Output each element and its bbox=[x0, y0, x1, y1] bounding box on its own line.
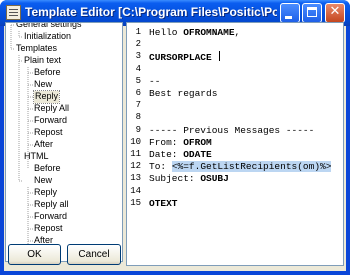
code-line: Best regards bbox=[149, 88, 217, 99]
line-number: 1 bbox=[135, 27, 141, 37]
code-line: CURSORPLACE bbox=[149, 51, 221, 64]
client-area: General settings Initialization Templates P… bbox=[4, 22, 346, 271]
code-text: ----- Previous Messages ----- bbox=[149, 124, 315, 136]
tree-item-plain-text[interactable]: Plain text bbox=[24, 55, 61, 67]
line-number: 6 bbox=[135, 88, 141, 98]
code-text: Best regards bbox=[149, 88, 218, 99]
template-macro: OSUBJ bbox=[200, 173, 229, 185]
line-number: 15 bbox=[130, 197, 141, 208]
template-macro: CURSORPLACE bbox=[149, 52, 212, 64]
line-number: 7 bbox=[135, 100, 141, 111]
tree-item-templates[interactable]: Templates bbox=[16, 43, 57, 55]
tree-item-before[interactable]: Before bbox=[34, 67, 61, 79]
line-number: 5 bbox=[135, 75, 141, 86]
code-text: -- bbox=[149, 75, 161, 87]
close-button[interactable]: ✕ bbox=[325, 3, 345, 23]
template-macro: OFROM bbox=[183, 136, 212, 148]
tree-item-general-settings[interactable]: General settings bbox=[16, 23, 82, 31]
tree-item-reply-all[interactable]: Reply All bbox=[34, 103, 69, 115]
tree-item-new[interactable]: New bbox=[34, 175, 52, 187]
code-text: Subject: bbox=[149, 173, 201, 185]
code-text: Hello bbox=[149, 27, 184, 38]
window-title: Template Editor [C:\Program Files\Positi… bbox=[25, 5, 277, 19]
script-expression: <%=f.GetListRecipients(om)%> bbox=[171, 161, 332, 173]
code-text-suffix bbox=[212, 52, 218, 63]
line-number: 12 bbox=[130, 161, 141, 172]
tree-item-forward[interactable]: Forward bbox=[34, 211, 67, 223]
cancel-button[interactable]: Cancel bbox=[67, 244, 121, 265]
line-number: 9 bbox=[135, 124, 141, 135]
ok-button[interactable]: OK bbox=[8, 244, 61, 265]
template-editor-window: Template Editor [C:\Program Files\Positi… bbox=[0, 0, 350, 275]
maximize-button[interactable] bbox=[302, 3, 322, 23]
line-number: 13 bbox=[130, 173, 141, 184]
template-macro: OTEXT bbox=[149, 197, 178, 209]
line-number: 11 bbox=[130, 149, 141, 159]
tree-item-repost[interactable]: Repost bbox=[34, 223, 63, 235]
tree-item-reply-all[interactable]: Reply all bbox=[34, 199, 69, 211]
line-number: 14 bbox=[130, 185, 141, 196]
code-line: To: <%=f.GetListRecipients(om)%> bbox=[149, 161, 332, 173]
code-line: From: OFROM bbox=[149, 137, 212, 148]
tree-item-reply[interactable]: Reply bbox=[34, 187, 57, 199]
code-text: To: bbox=[149, 161, 172, 173]
tree-item-initialization[interactable]: Initialization bbox=[24, 31, 71, 43]
text-caret bbox=[219, 51, 221, 62]
tree-item-forward[interactable]: Forward bbox=[34, 115, 67, 127]
line-number: 3 bbox=[135, 51, 141, 62]
tree-item-before[interactable]: Before bbox=[34, 163, 61, 175]
code-text-suffix: , bbox=[234, 27, 241, 38]
tree-item-reply[interactable]: Reply bbox=[32, 90, 61, 104]
code-line: OTEXT bbox=[149, 198, 178, 209]
line-number: 4 bbox=[135, 63, 141, 74]
app-icon bbox=[6, 5, 21, 20]
line-number: 2 bbox=[135, 39, 141, 50]
code-text: From: bbox=[149, 136, 184, 148]
code-line: -- bbox=[149, 76, 160, 87]
template-tree[interactable]: General settings Initialization Templates P… bbox=[5, 22, 123, 262]
minimize-button[interactable] bbox=[280, 3, 300, 23]
tree-item-after[interactable]: After bbox=[34, 139, 53, 151]
line-number: 10 bbox=[130, 136, 141, 147]
tree-item-repost[interactable]: Repost bbox=[34, 127, 63, 139]
line-number: 8 bbox=[135, 112, 141, 123]
template-macro: OFROMNAME bbox=[183, 27, 235, 38]
template-macro: ODATE bbox=[183, 149, 212, 160]
tree-item-new[interactable]: New bbox=[34, 79, 52, 91]
code-line: ----- Previous Messages ----- bbox=[149, 125, 314, 136]
tree-item-html[interactable]: HTML bbox=[24, 151, 49, 163]
code-line: Hello OFROMNAME, bbox=[149, 27, 240, 38]
code-line: Subject: OSUBJ bbox=[149, 173, 229, 184]
close-icon: ✕ bbox=[329, 4, 341, 19]
code-text: Date: bbox=[149, 149, 184, 160]
template-text-editor[interactable]: 1 Hello OFROMNAME, 2 3 CURSORPLACE 4 5 -- 6 Best… bbox=[126, 22, 344, 266]
code-line: Date: ODATE bbox=[149, 149, 212, 160]
